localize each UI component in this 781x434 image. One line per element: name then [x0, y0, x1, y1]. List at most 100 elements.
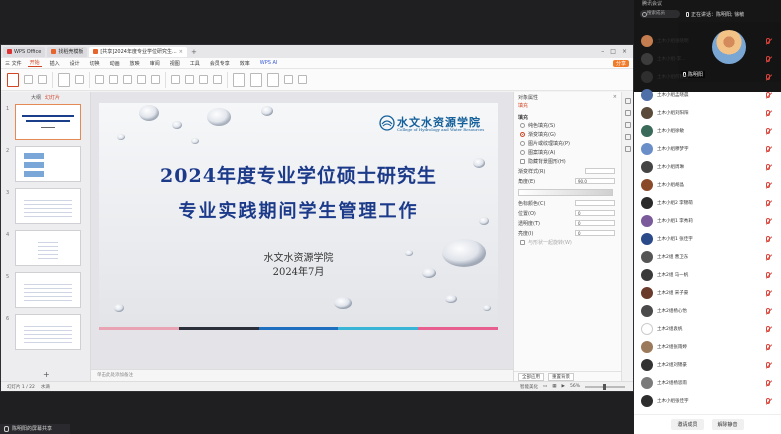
muted-mic-icon[interactable] [766, 164, 770, 170]
muted-mic-icon[interactable] [766, 290, 770, 296]
participant-row[interactable]: 土木小组胡晶 [634, 176, 781, 194]
muted-mic-icon[interactable] [766, 254, 770, 260]
apply-all-button[interactable]: 全部应用 [518, 372, 544, 381]
gradient-bar[interactable] [518, 189, 613, 196]
participant-row[interactable]: 土木小组刘阳阳 [634, 104, 781, 122]
file-menu[interactable]: 三 文件 [5, 60, 22, 67]
participant-row[interactable]: 土木小组何静怡 [634, 68, 781, 86]
participant-row[interactable]: 土木小组张佳宇 [634, 392, 781, 410]
muted-mic-icon[interactable] [766, 200, 770, 206]
menu-insert[interactable]: 插入 [48, 60, 62, 67]
close-panel-icon[interactable]: × [613, 94, 621, 100]
participant-row[interactable]: 土木2组 曹卫东 [634, 248, 781, 266]
slide[interactable]: 水文水资源学院 College of Hydrology and Water R… [99, 103, 498, 330]
fill-section-title[interactable]: 填充 [514, 114, 621, 121]
menu-wps-ai[interactable]: WPS AI [258, 60, 280, 66]
angle-input[interactable]: 90.0 [575, 178, 615, 184]
new-tab-icon[interactable]: + [189, 48, 199, 56]
participant-row[interactable]: 土木2组 宋子豪 [634, 284, 781, 302]
slide-thumbnail[interactable] [15, 230, 81, 266]
stop-color-select[interactable] [575, 200, 615, 206]
participant-row[interactable]: 土木小组孟晓晨 [634, 86, 781, 104]
brightness-input[interactable]: 0 [575, 230, 615, 236]
shapes-icon[interactable] [250, 72, 262, 87]
participant-row[interactable]: 土木小组-李... [634, 50, 781, 68]
participant-row[interactable]: 土木小组周琳 [634, 158, 781, 176]
slide-thumbnail[interactable] [15, 272, 81, 308]
muted-mic-icon[interactable] [766, 236, 770, 242]
slide-thumbnail[interactable] [15, 188, 81, 224]
bold-icon[interactable] [109, 75, 118, 84]
smart-beautify-button[interactable]: 智能美化 [520, 384, 538, 390]
participant-row[interactable]: 土木小组张晓明 [634, 32, 781, 50]
layout-icon[interactable] [75, 75, 84, 84]
transparency-input[interactable]: 0 [575, 220, 615, 226]
participant-row[interactable]: 土木2组袁帆 [634, 320, 781, 338]
muted-mic-icon[interactable] [766, 398, 770, 404]
props-tab-fill[interactable]: 填充 [514, 102, 621, 111]
cut-icon[interactable] [24, 75, 33, 84]
muted-mic-icon[interactable] [766, 326, 770, 332]
paste-icon[interactable] [7, 72, 19, 87]
outline-tab[interactable]: 大纲 [31, 94, 41, 101]
option-hide-bg[interactable]: 隐藏背景图形(H) [514, 157, 621, 166]
participant-row[interactable]: 土木2组刘锦豪 [634, 356, 781, 374]
font-color-icon[interactable] [151, 75, 160, 84]
zoom-slider[interactable] [585, 383, 625, 390]
maximize-icon[interactable]: □ [610, 48, 616, 55]
participant-row[interactable]: 土木小组1 张佳宇 [634, 230, 781, 248]
style-icon[interactable] [624, 134, 631, 140]
muted-mic-icon[interactable] [766, 74, 770, 80]
menu-home[interactable]: 开始 [27, 59, 42, 67]
menu-design[interactable]: 设计 [68, 60, 82, 67]
close-tab-icon[interactable]: × [179, 49, 183, 55]
menu-animation[interactable]: 动画 [108, 60, 122, 67]
participant-row[interactable]: 土木小组穆梦宇 [634, 140, 781, 158]
muted-mic-icon[interactable] [766, 344, 770, 350]
participant-row[interactable]: 土木2组杨思雨 [634, 374, 781, 392]
tab-docer[interactable]: 找稻壳模板 [47, 46, 88, 57]
participant-row[interactable]: 土木2组杨心怡 [634, 302, 781, 320]
muted-mic-icon[interactable] [766, 380, 770, 386]
muted-mic-icon[interactable] [766, 38, 770, 44]
arrange-icon[interactable] [284, 75, 293, 84]
muted-mic-icon[interactable] [766, 56, 770, 62]
sorter-view-icon[interactable]: ▦ [552, 384, 556, 389]
menu-efficiency[interactable]: 效率 [238, 60, 252, 67]
menu-view[interactable]: 视图 [168, 60, 182, 67]
play-icon[interactable]: ▶ [562, 384, 565, 389]
muted-mic-icon[interactable] [766, 92, 770, 98]
option-pattern-fill[interactable]: 图案填充(A) [514, 148, 621, 157]
muted-mic-icon[interactable] [766, 308, 770, 314]
muted-mic-icon[interactable] [766, 110, 770, 116]
participant-row[interactable]: 土木2组张雨婷 [634, 338, 781, 356]
slides-tab[interactable]: 幻灯片 [45, 94, 60, 101]
select-icon[interactable] [624, 98, 631, 104]
font-icon[interactable] [95, 75, 104, 84]
slide-thumbnail[interactable] [15, 314, 81, 350]
picture-icon[interactable] [267, 72, 279, 87]
align-left-icon[interactable] [171, 75, 180, 84]
slide-thumbnail[interactable] [15, 146, 81, 182]
option-gradient-fill[interactable]: 渐变填充(G) [514, 130, 621, 139]
muted-mic-icon[interactable] [766, 218, 770, 224]
tab-presentation[interactable]: [共享]2024年度专业学位研究生... × [89, 46, 187, 57]
menu-slideshow[interactable]: 放映 [128, 60, 142, 67]
close-icon[interactable]: × [622, 48, 627, 55]
unmute-all-button[interactable]: 解除静音 [711, 419, 744, 430]
participant-row[interactable]: 土木小组1 李秀莉 [634, 212, 781, 230]
muted-mic-icon[interactable] [766, 146, 770, 152]
invite-members-button[interactable]: 邀请成员 [671, 419, 704, 430]
menu-member[interactable]: 会员专享 [208, 60, 232, 67]
bullets-icon[interactable] [213, 75, 222, 84]
italic-icon[interactable] [123, 75, 132, 84]
menu-transition[interactable]: 切换 [88, 60, 102, 67]
share-button[interactable]: 分享 [612, 59, 629, 67]
participant-row[interactable]: 土木小组2 李锦萌 [634, 194, 781, 212]
underline-icon[interactable] [137, 75, 146, 84]
zoom-level[interactable]: 56% [570, 384, 580, 389]
slide-thumbnail[interactable] [15, 104, 81, 140]
gradient-style-select[interactable] [585, 168, 615, 174]
reset-background-button[interactable]: 重置背景 [548, 372, 574, 381]
option-solid-fill[interactable]: 纯色填充(S) [514, 121, 621, 130]
